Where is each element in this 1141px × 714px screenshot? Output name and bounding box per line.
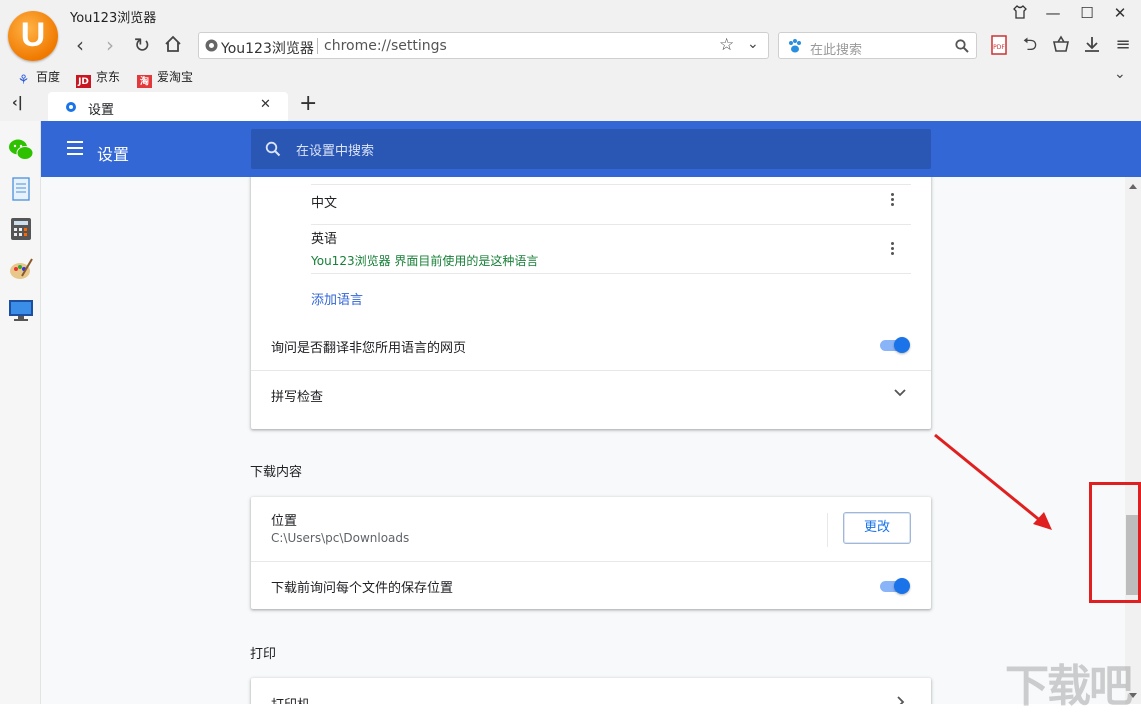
paint-palette-icon[interactable] [8,256,34,282]
bookmark-label: 爱淘宝 [157,70,194,84]
bookmarks-bar: ⚘ 百度 JD 京东 淘爱淘宝 ⌄ [0,64,1141,90]
maximize-icon[interactable]: ☐ [1077,4,1097,24]
divider [311,224,911,225]
bookmark-label: 京东 [96,70,121,84]
more-vert-icon[interactable] [891,193,895,207]
search-icon[interactable] [955,39,969,53]
tab-settings[interactable]: 设置 ✕ [48,92,288,121]
back-icon[interactable]: ‹ [68,34,92,58]
ask-save-location-label: 下载前询问每个文件的保存位置 [271,581,454,596]
annotation-arrow-icon [934,433,1052,530]
vertical-divider [827,513,828,547]
expand-chevron-icon[interactable] [894,389,906,397]
language-name-english: 英语 [311,232,338,247]
more-vert-icon[interactable] [891,242,895,256]
search-placeholder: 在此搜索 [810,43,863,58]
bookmarks-more-chevron-icon[interactable]: ⌄ [1114,66,1126,82]
app-title: You123浏览器 [70,11,157,26]
bookmark-taobao[interactable]: 淘爱淘宝 [137,68,193,90]
monitor-icon[interactable] [8,297,34,323]
new-tab-icon[interactable]: + [299,91,317,116]
home-icon[interactable] [161,34,185,58]
download-location-path: C:\Users\pc\Downloads [271,531,410,545]
address-separator [317,38,318,54]
site-info-icon[interactable] [205,39,218,52]
extensions-basket-icon[interactable] [1049,34,1073,58]
close-window-icon[interactable]: ✕ [1110,4,1130,24]
vertical-scrollbar[interactable] [1125,177,1141,704]
ask-save-location-toggle[interactable] [880,578,912,594]
bookmark-baidu[interactable]: ⚘ 百度 [16,68,60,88]
ask-translate-label: 询问是否翻译非您所用语言的网页 [271,341,467,356]
download-location-label: 位置 [271,514,298,529]
you123-logo-icon[interactable]: U [8,11,58,61]
sidebar-collapse-icon[interactable]: ‹| [12,95,23,111]
settings-search-placeholder: 在设置中搜索 [296,144,375,159]
change-location-button[interactable]: 更改 [843,512,911,544]
calculator-icon[interactable] [8,216,34,242]
address-site-label: You123浏览器 [221,41,314,57]
divider [251,561,931,562]
annotation-highlight-box [1089,482,1141,603]
skin-shirt-icon[interactable] [1010,4,1030,24]
main-menu-icon[interactable]: ≡ [1111,34,1135,58]
settings-menu-icon[interactable] [67,141,83,155]
spell-check-label[interactable]: 拼写检查 [271,386,323,405]
baidu-paw-icon: ⚘ [17,73,30,88]
reload-icon[interactable]: ↻ [130,34,154,58]
download-icon[interactable] [1080,34,1104,58]
settings-search-input[interactable]: 在设置中搜索 [251,129,931,169]
wechat-icon[interactable] [8,137,34,163]
gear-icon [66,102,76,112]
divider [311,273,911,274]
watermark: 下载吧 [1005,661,1133,712]
web-search-box[interactable]: 在此搜索 [778,32,977,59]
settings-header: 设置 在设置中搜索 [41,121,1141,177]
language-ui-note: You123浏览器 界面目前使用的是这种语言 [311,254,539,268]
languages-card: 中文 英语 You123浏览器 界面目前使用的是这种语言 添加语言 询问是否翻译… [251,177,931,429]
bookmark-star-icon[interactable]: ☆ [719,35,734,55]
scroll-up-arrow-icon[interactable] [1129,183,1137,189]
close-tab-icon[interactable]: ✕ [260,97,271,112]
downloads-card: 位置 C:\Users\pc\Downloads 更改 下载前询问每个文件的保存… [251,497,931,609]
bookmark-label: 百度 [36,70,61,84]
printing-section-title: 打印 [250,647,277,662]
notepad-icon[interactable] [8,176,34,202]
bookmark-jd[interactable]: JD 京东 [76,68,120,90]
minimize-icon[interactable]: — [1043,4,1063,24]
tab-label: 设置 [88,103,115,118]
tab-bar: ‹| 设置 ✕ + [0,88,1141,121]
dropdown-chevron-icon[interactable]: ⌄ [747,36,759,52]
pdf-icon[interactable]: PDF [987,34,1011,58]
chevron-right-icon[interactable] [897,696,905,704]
forward-icon[interactable]: › [98,34,122,58]
left-sidebar [0,121,41,704]
divider [251,370,931,371]
add-language-link[interactable]: 添加语言 [311,289,363,308]
address-bar[interactable]: You123浏览器 chrome://settings ☆ ⌄ [198,32,769,59]
svg-text:PDF: PDF [993,44,1005,51]
downloads-section-title: 下载内容 [250,465,303,480]
undo-close-tab-icon[interactable]: ⮌ [1018,34,1042,58]
printing-card: 打印机 [251,678,931,704]
browser-titlebar: U You123浏览器 ‹ › ↻ You123浏览器 chrome://set… [0,0,1141,64]
divider [311,184,911,185]
printers-label[interactable]: 打印机 [271,694,310,704]
language-name-chinese: 中文 [311,196,338,211]
settings-title: 设置 [97,145,130,164]
baidu-paw-icon [789,39,801,53]
ask-translate-toggle[interactable] [880,337,912,353]
search-icon [265,141,281,157]
address-url[interactable]: chrome://settings [324,38,447,54]
